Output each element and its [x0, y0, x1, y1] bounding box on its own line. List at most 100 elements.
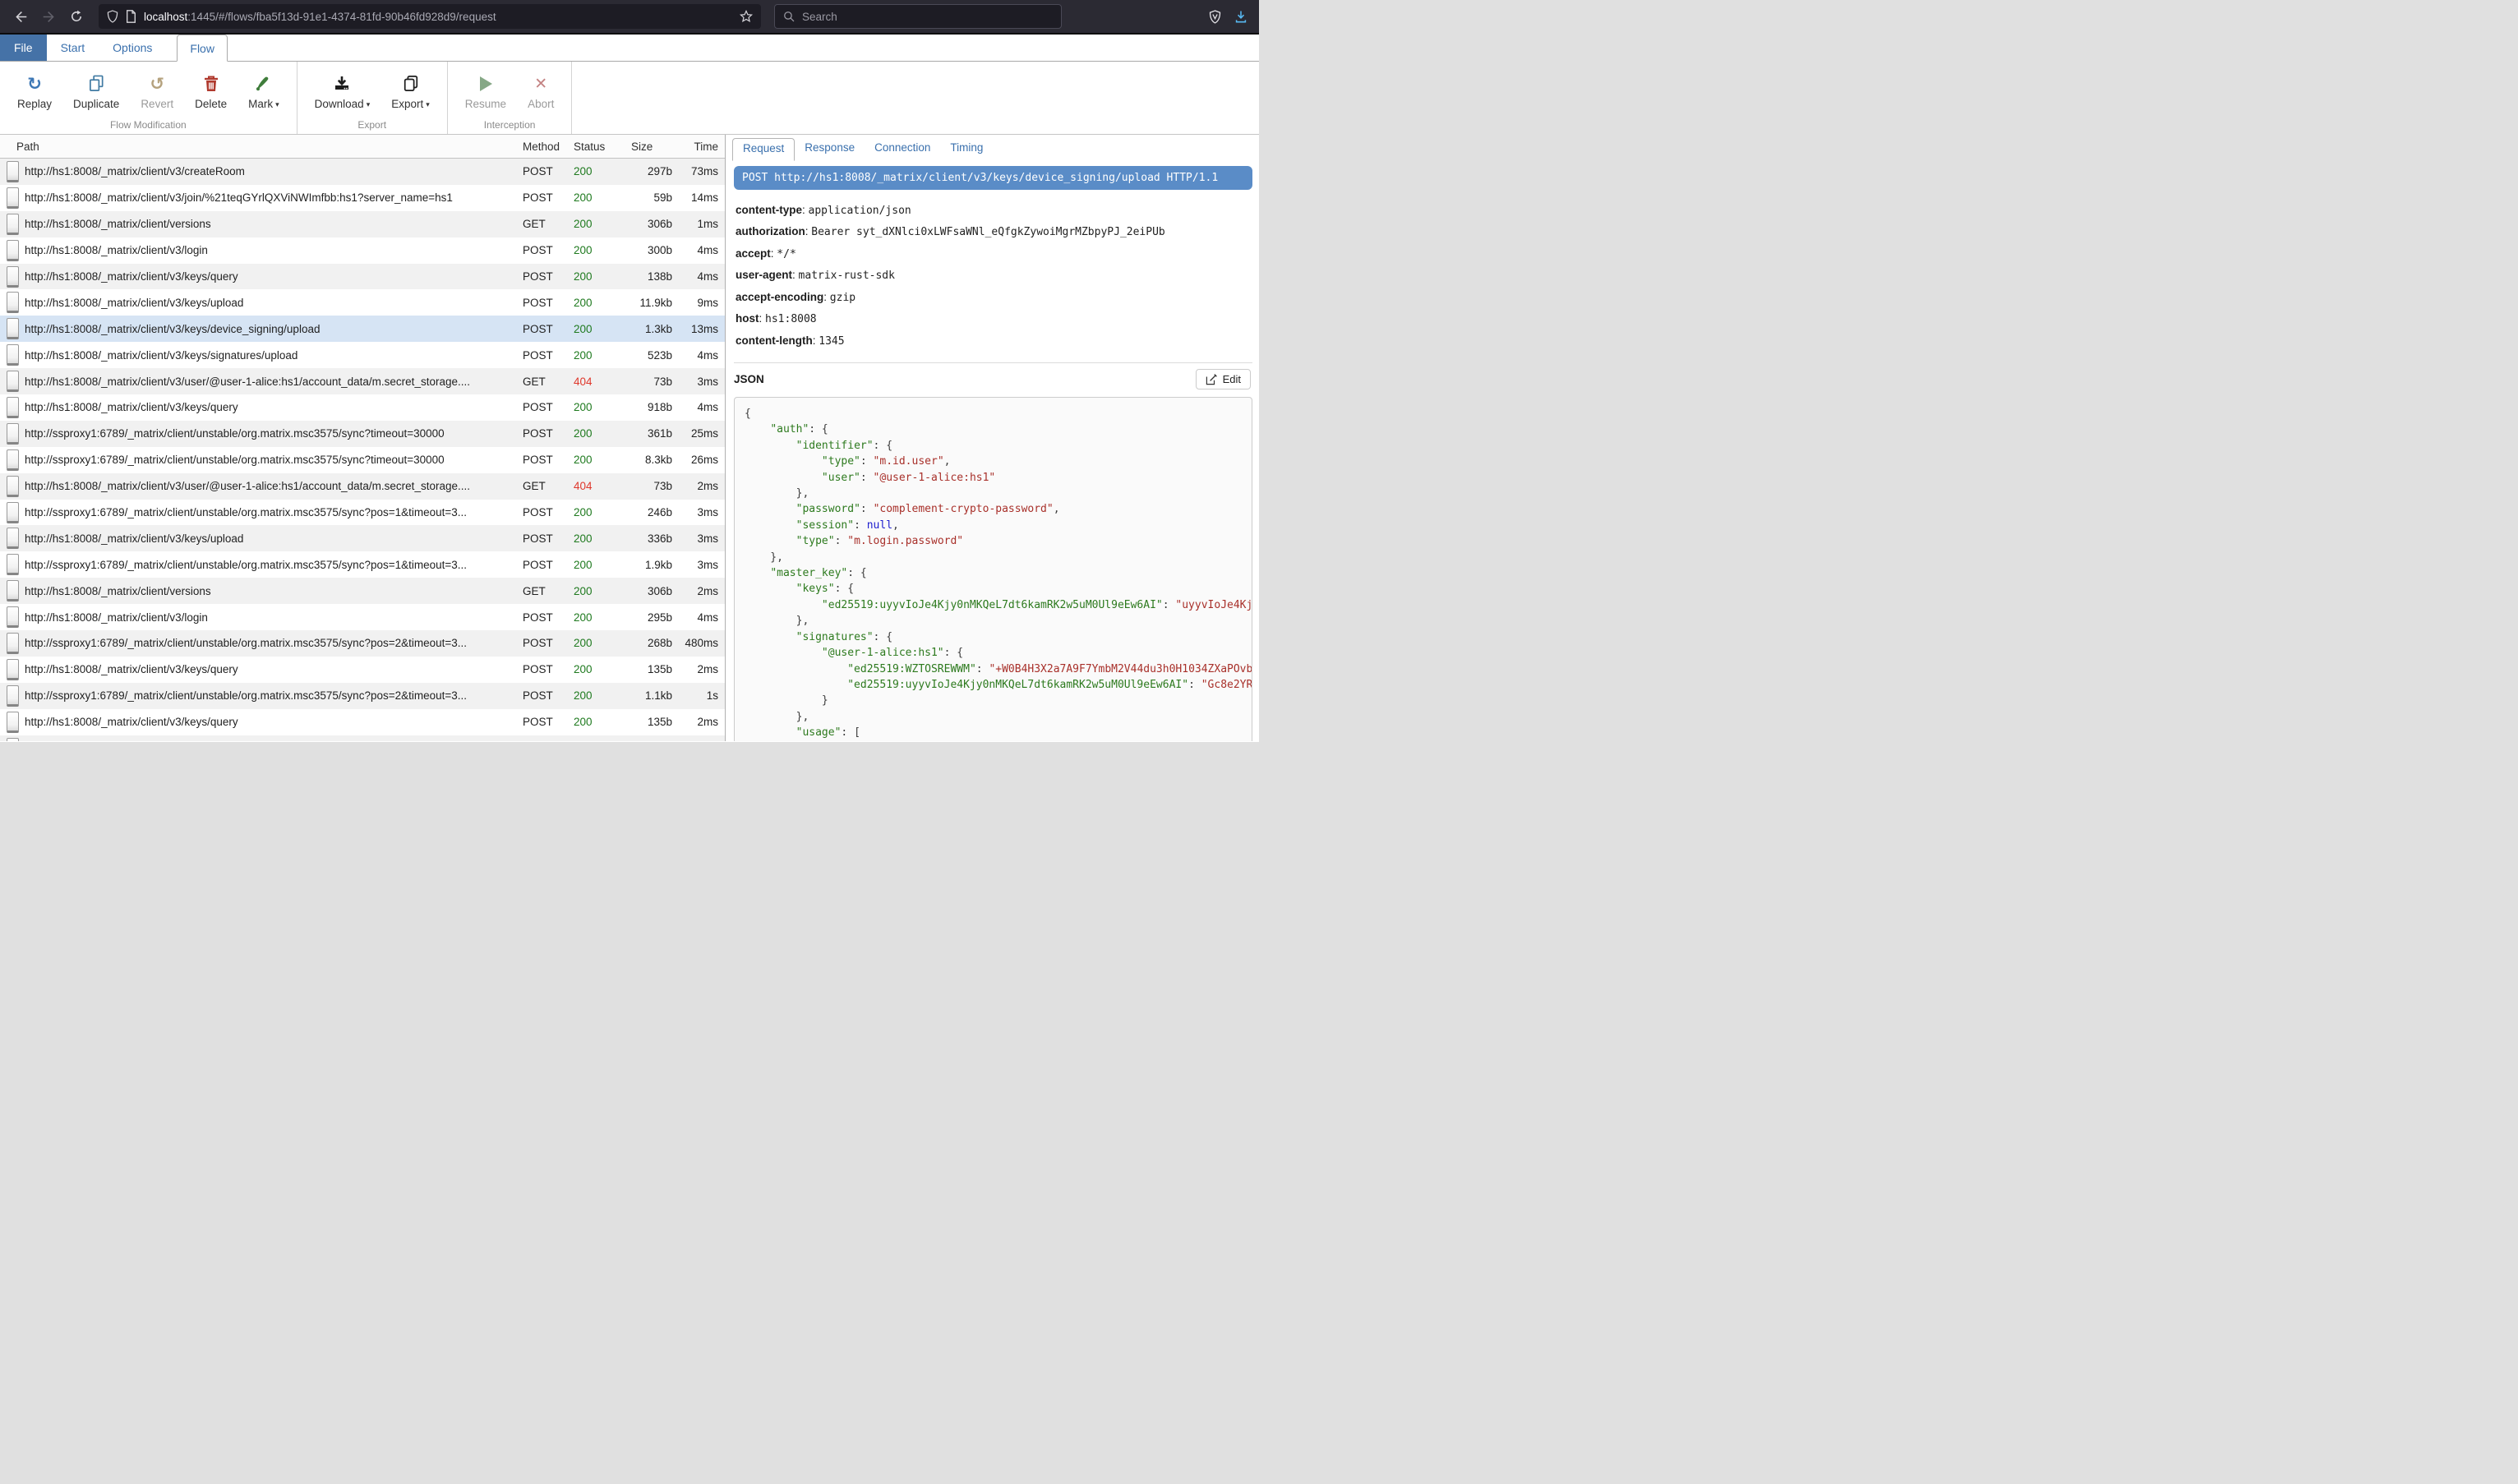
request-header-line[interactable]: authorization: Bearer syt_dXNlci0xLWFsaW…: [736, 225, 1251, 238]
table-row[interactable]: http://hs1:8008/_matrix/client/v3/user/@…: [0, 473, 725, 500]
flow-time: 4ms: [680, 401, 725, 413]
menu-start[interactable]: Start: [47, 35, 99, 61]
extension-shield-icon[interactable]: [1209, 10, 1221, 24]
menu-file[interactable]: File: [0, 35, 47, 61]
delete-button-label: Delete: [195, 98, 227, 110]
table-row[interactable]: http://hs1:8008/_matrix/client/v3/create…: [0, 159, 725, 185]
column-header-size[interactable]: Size: [620, 141, 680, 153]
json-line: "identifier": {: [745, 438, 1242, 454]
json-line: "user": "@user-1-alice:hs1": [745, 470, 1242, 486]
flow-type-icon: [7, 449, 19, 471]
url-path: :1445/#/flows/fba5f13d-91e1-4374-81fd-90…: [187, 11, 496, 23]
delete-button[interactable]: Delete: [184, 72, 238, 112]
extension-icons: [1209, 10, 1251, 24]
download-button[interactable]: Download▾: [304, 72, 381, 112]
request-header-line[interactable]: host: hs1:8008: [736, 312, 1251, 325]
table-row[interactable]: http://hs1:8008/_matrix/client/v3/user/@…: [0, 368, 725, 394]
flow-type-icon: [7, 371, 19, 392]
search-input[interactable]: [802, 11, 1053, 23]
json-line: "ed25519:WZTOSREWWM": "+W0B4H3X2a7A9F7Ym…: [745, 661, 1242, 677]
table-row[interactable]: http://hs1:8008/_matrix/client/v3/keys/q…: [0, 264, 725, 290]
flow-method: POST: [523, 270, 574, 283]
request-detail: POST http://hs1:8008/_matrix/client/v3/k…: [726, 160, 1259, 741]
abort-button-label: Abort: [528, 98, 554, 110]
request-header-line[interactable]: content-type: application/json: [736, 204, 1251, 217]
replay-button[interactable]: ↻Replay: [7, 72, 62, 112]
request-header-line[interactable]: accept-encoding: gzip: [736, 291, 1251, 304]
flow-status: 200: [574, 637, 620, 649]
table-row[interactable]: http://hs1:8008/_matrix/client/v3/keys/q…: [0, 394, 725, 421]
tab-request[interactable]: Request: [732, 138, 795, 161]
table-row[interactable]: http://hs1:8008/_matrix/client/v3/loginP…: [0, 604, 725, 630]
table-row[interactable]: http://hs1:8008/_matrix/client/v3/keys/q…: [0, 657, 725, 683]
flow-type-icon: [7, 554, 19, 575]
tab-response[interactable]: Response: [795, 138, 865, 160]
menu-options[interactable]: Options: [99, 35, 166, 61]
page-info-icon[interactable]: [126, 10, 136, 23]
tab-connection[interactable]: Connection: [865, 138, 940, 160]
toolbar-group-export: Download▾Export▾Export: [297, 62, 448, 134]
flow-time: 4ms: [680, 244, 725, 256]
export-button[interactable]: Export▾: [380, 72, 440, 112]
forward-icon[interactable]: [36, 4, 61, 29]
table-row[interactable]: http://hs1:8008/_matrix/client/v3/keys/d…: [0, 316, 725, 342]
table-row[interactable]: http://ssproxy1:6789/_matrix/client/unst…: [0, 683, 725, 709]
resume-button[interactable]: Resume: [454, 72, 517, 112]
column-header-time[interactable]: Time: [680, 141, 725, 153]
flow-type-icon: [7, 423, 19, 445]
abort-button[interactable]: ✕Abort: [517, 72, 565, 112]
table-row[interactable]: http://hs1:8008/_matrix/client/v3/keys/u…: [0, 525, 725, 551]
json-line: "type": "m.id.user",: [745, 454, 1242, 469]
flow-path: http://ssproxy1:6789/_matrix/client/unst…: [25, 689, 523, 702]
table-row[interactable]: [0, 735, 725, 741]
flow-path: http://hs1:8008/_matrix/client/v3/user/@…: [25, 480, 523, 492]
flow-size: 523b: [620, 349, 680, 362]
downloads-icon[interactable]: [1234, 10, 1247, 24]
bookmark-star-icon[interactable]: [740, 10, 753, 23]
table-row[interactable]: http://hs1:8008/_matrix/client/v3/keys/s…: [0, 342, 725, 368]
url-bar[interactable]: localhost:1445/#/flows/fba5f13d-91e1-437…: [99, 4, 761, 29]
duplicate-button[interactable]: Duplicate: [62, 72, 130, 112]
table-row[interactable]: http://ssproxy1:6789/_matrix/client/unst…: [0, 630, 725, 657]
flow-type-icon: [7, 476, 19, 497]
request-header-line[interactable]: accept: */*: [736, 247, 1251, 260]
table-row[interactable]: http://ssproxy1:6789/_matrix/client/unst…: [0, 421, 725, 447]
column-header-method[interactable]: Method: [523, 141, 574, 153]
reload-icon[interactable]: [64, 4, 89, 29]
table-row[interactable]: http://ssproxy1:6789/_matrix/client/unst…: [0, 447, 725, 473]
json-body-view[interactable]: { "auth": { "identifier": { "type": "m.i…: [734, 397, 1252, 741]
table-row[interactable]: http://ssproxy1:6789/_matrix/client/unst…: [0, 551, 725, 578]
shield-permissions-icon[interactable]: [107, 10, 118, 23]
flow-time: 3ms: [680, 532, 725, 545]
flow-type-icon: [7, 318, 19, 339]
table-row[interactable]: http://hs1:8008/_matrix/client/v3/keys/q…: [0, 709, 725, 735]
edit-button[interactable]: Edit: [1196, 369, 1251, 389]
flow-time: 3ms: [680, 506, 725, 518]
header-value: hs1:8008: [765, 313, 817, 325]
table-row[interactable]: http://hs1:8008/_matrix/client/v3/keys/u…: [0, 289, 725, 316]
table-row[interactable]: http://hs1:8008/_matrix/client/versionsG…: [0, 211, 725, 237]
flow-list-header: Path Method Status Size Time: [0, 135, 725, 159]
flow-type-icon: [7, 292, 19, 313]
back-icon[interactable]: [8, 4, 33, 29]
flow-type-icon: [7, 580, 19, 601]
browser-search-field[interactable]: [774, 4, 1062, 29]
download-icon: [334, 74, 350, 94]
column-header-status[interactable]: Status: [574, 141, 620, 153]
detail-tabs: RequestResponseConnectionTiming: [732, 138, 1259, 160]
table-row[interactable]: http://hs1:8008/_matrix/client/v3/loginP…: [0, 237, 725, 264]
table-row[interactable]: http://ssproxy1:6789/_matrix/client/unst…: [0, 500, 725, 526]
request-header-line[interactable]: content-length: 1345: [736, 334, 1251, 348]
tab-timing[interactable]: Timing: [940, 138, 993, 160]
request-first-line[interactable]: POST http://hs1:8008/_matrix/client/v3/k…: [734, 166, 1252, 190]
tab-flow[interactable]: Flow: [177, 35, 228, 62]
toolbar-group-flow-modification: ↻ReplayDuplicate↺RevertDeleteMark▾Flow M…: [0, 62, 297, 134]
revert-button[interactable]: ↺Revert: [130, 72, 184, 112]
table-row[interactable]: http://hs1:8008/_matrix/client/v3/join/%…: [0, 185, 725, 211]
flow-status: 200: [574, 218, 620, 230]
mark-button[interactable]: Mark▾: [238, 72, 290, 112]
resume-button-label: Resume: [465, 98, 506, 110]
column-header-path[interactable]: Path: [0, 141, 523, 153]
table-row[interactable]: http://hs1:8008/_matrix/client/versionsG…: [0, 578, 725, 604]
request-header-line[interactable]: user-agent: matrix-rust-sdk: [736, 269, 1251, 282]
